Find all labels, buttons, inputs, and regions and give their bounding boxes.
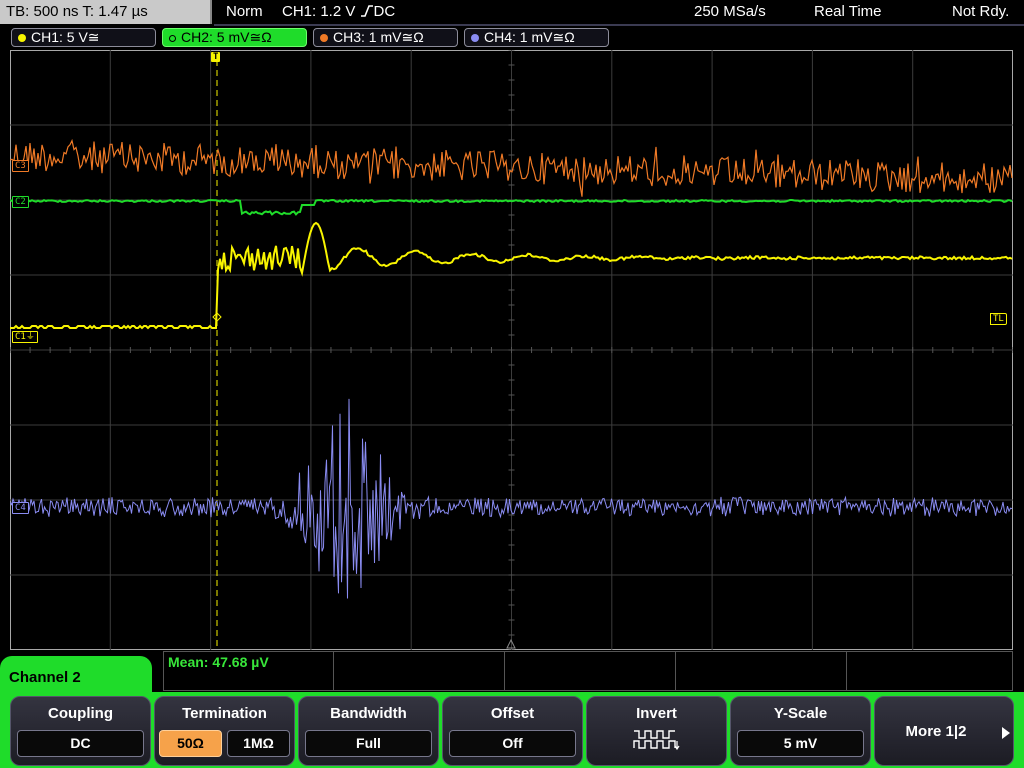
tab-ch4[interactable]: CH4: 1 mV≅Ω [464, 28, 609, 47]
ch1-color-icon [18, 34, 26, 42]
tab-ch2[interactable]: CH2: 5 mV≅Ω [162, 28, 307, 47]
termination-title: Termination [182, 705, 267, 722]
measurement-divider [846, 652, 847, 690]
trigger-level-marker[interactable]: TL [990, 313, 1007, 325]
termination-1mohm-option[interactable]: 1MΩ [227, 730, 290, 757]
acquisition-mode: Real Time [814, 3, 882, 20]
ch3-color-icon [320, 34, 328, 42]
tab-ch4-label: CH4: 1 mV≅Ω [484, 29, 575, 45]
termination-softkey[interactable]: Termination 50Ω 1MΩ [154, 696, 295, 766]
measurement-divider [675, 652, 676, 690]
status-bar: TB: 500 ns T: 1.47 µs Norm CH1: 1.2 V DC… [0, 0, 1024, 26]
tab-ch2-label: CH2: 5 mV≅Ω [181, 29, 272, 45]
trigger-source[interactable]: CH1: 1.2 V DC [282, 0, 395, 24]
ch1-offset-marker[interactable]: C1⏚ [12, 331, 38, 343]
menu-title: Channel 2 [9, 669, 81, 686]
offset-title: Offset [490, 705, 535, 722]
tab-ch3-label: CH3: 1 mV≅Ω [333, 29, 424, 45]
bandwidth-value[interactable]: Full [305, 730, 432, 757]
tab-ch3[interactable]: CH3: 1 mV≅Ω [313, 28, 458, 47]
measurement-strip [163, 651, 1013, 691]
bandwidth-title: Bandwidth [330, 705, 407, 722]
offset-softkey[interactable]: Offset Off [442, 696, 583, 766]
offset-value[interactable]: Off [449, 730, 576, 757]
ch4-color-icon [471, 34, 479, 42]
ch4-offset-marker[interactable]: C4 [12, 502, 29, 514]
trigger-position-marker[interactable]: T [211, 52, 221, 62]
trigger-mode[interactable]: Norm [226, 0, 263, 24]
inverted-square-wave-icon [633, 730, 680, 751]
status-divider [214, 24, 1024, 26]
invert-softkey[interactable]: Invert [586, 696, 727, 766]
acquisition-status: Not Rdy. [952, 3, 1010, 20]
y-scale-value[interactable]: 5 mV [737, 730, 864, 757]
mean-measurement[interactable]: Mean: 47.68 µV [168, 654, 269, 670]
trigger-source-label: CH1: 1.2 V [282, 3, 356, 20]
ch3-offset-marker[interactable]: C3 [12, 160, 29, 172]
graticule [10, 50, 1013, 650]
ch2-color-icon [169, 35, 176, 42]
rising-edge-icon [360, 1, 374, 17]
tab-ch1[interactable]: CH1: 5 V≅ [11, 28, 156, 47]
termination-50ohm-option[interactable]: 50Ω [159, 730, 222, 757]
y-scale-softkey[interactable]: Y-Scale 5 mV [730, 696, 871, 766]
measurement-divider [504, 652, 505, 690]
coupling-softkey[interactable]: Coupling DC [10, 696, 151, 766]
ch2-offset-marker[interactable]: C2 [12, 196, 29, 208]
right-arrow-icon [1002, 727, 1010, 739]
measurement-divider [333, 652, 334, 690]
coupling-title: Coupling [48, 705, 113, 722]
tab-ch1-label: CH1: 5 V≅ [31, 29, 100, 45]
more-title: More 1|2 [905, 723, 967, 740]
trigger-coupling: DC [373, 3, 396, 20]
coupling-value[interactable]: DC [17, 730, 144, 757]
menu-title-tab[interactable]: Channel 2 [0, 656, 152, 698]
y-scale-title: Y-Scale [773, 705, 828, 722]
more-softkey[interactable]: More 1|2 [874, 696, 1014, 766]
invert-title: Invert [636, 705, 677, 722]
bandwidth-softkey[interactable]: Bandwidth Full [298, 696, 439, 766]
waveform-canvas[interactable] [10, 50, 1013, 650]
sample-rate: 250 MSa/s [694, 3, 766, 20]
timebase-readout[interactable]: TB: 500 ns T: 1.47 µs [0, 0, 212, 24]
